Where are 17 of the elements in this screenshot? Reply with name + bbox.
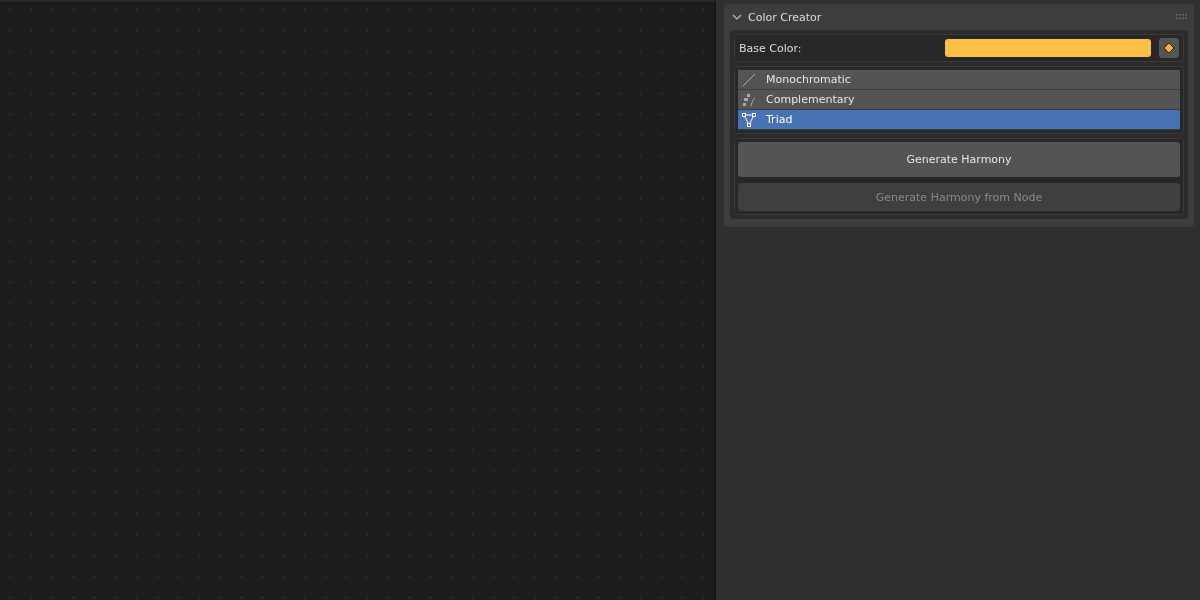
harmony-list-item[interactable]: Triad — [738, 110, 1180, 130]
steps-icon — [742, 92, 756, 107]
harmony-list-item[interactable]: Complementary — [738, 90, 1180, 110]
harmony-list-item[interactable]: Monochromatic — [738, 70, 1180, 90]
harmony-label: Monochromatic — [766, 73, 851, 86]
generate-button[interactable]: Generate Harmony — [738, 142, 1180, 177]
harmony-label: Complementary — [766, 93, 855, 106]
drag-handle-icon[interactable] — [1176, 14, 1188, 20]
triangle-icon — [742, 112, 756, 127]
chevron-icon[interactable] — [732, 13, 742, 21]
color-swatch[interactable] — [945, 39, 1151, 57]
keyframe-button[interactable] — [1159, 38, 1179, 58]
diamond-icon — [1164, 43, 1174, 53]
harmony-label: Triad — [766, 113, 793, 126]
diagonal-line-icon — [742, 72, 756, 87]
panel-title: Color Creator — [748, 10, 823, 24]
base-color-label: Base Color: — [739, 41, 803, 55]
